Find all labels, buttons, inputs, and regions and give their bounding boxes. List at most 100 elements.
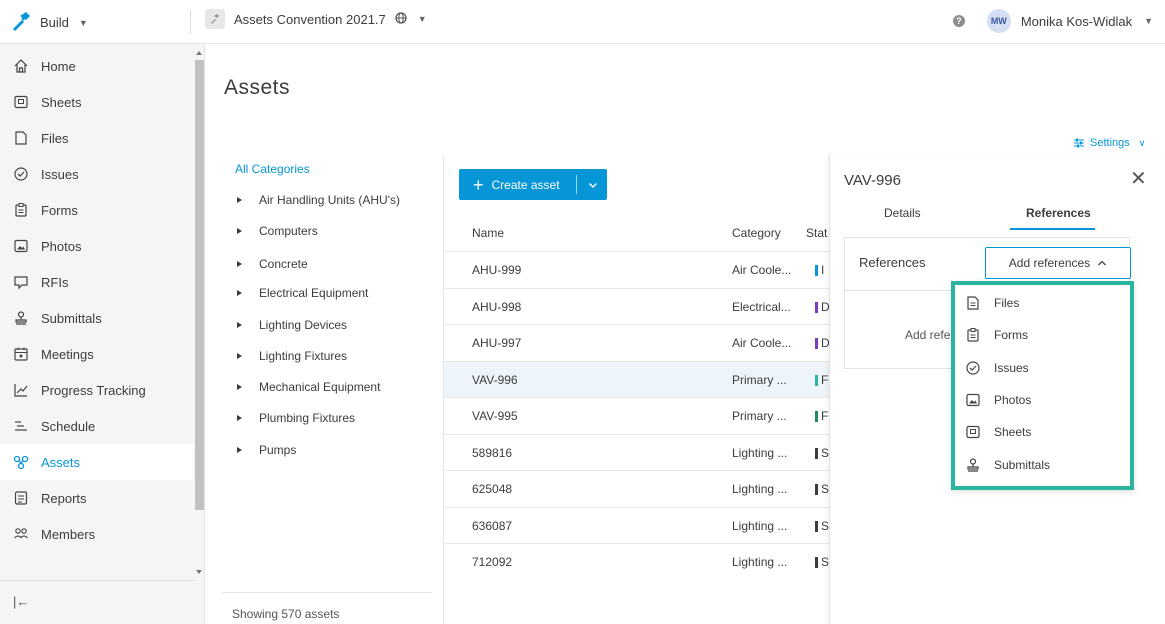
issues-icon (966, 361, 980, 375)
issues-icon (14, 167, 28, 181)
expand-icon[interactable] (237, 384, 242, 390)
expand-icon[interactable] (237, 322, 242, 328)
submittals-icon (15, 311, 27, 325)
expand-icon[interactable] (237, 290, 242, 296)
column-header-category[interactable]: Category (732, 215, 781, 251)
rfis-icon (14, 276, 28, 290)
expand-icon[interactable] (237, 197, 242, 203)
sidebar-item-forms[interactable]: Forms (0, 192, 194, 228)
settings-sliders-icon (1074, 138, 1084, 148)
category-item[interactable]: Electrical Equipment (237, 286, 368, 300)
table-row[interactable]: AHU-997 Air Coole... D (444, 324, 830, 360)
category-item[interactable]: Air Handling Units (AHU's) (237, 193, 400, 207)
category-item[interactable]: Plumbing Fixtures (237, 411, 355, 425)
sidebar-item-members[interactable]: Members (0, 516, 194, 552)
table-row[interactable]: 589816 Lighting ... S (444, 433, 829, 470)
table-row[interactable]: 636087 Lighting ... S (444, 506, 830, 543)
cell-status: S (821, 555, 830, 569)
tab-references[interactable]: References (1026, 206, 1091, 220)
table-row[interactable]: VAV-995 Primary ... F (444, 397, 829, 433)
product-switcher[interactable]: Build ▼ (10, 10, 88, 35)
all-categories-link[interactable]: All Categories (235, 162, 310, 176)
table-row[interactable]: VAV-996 Primary ... F (444, 360, 829, 397)
sidebar-item-schedule[interactable]: Schedule (0, 408, 194, 444)
user-name[interactable]: Monika Kos-Widlak (1021, 14, 1132, 29)
menu-item-files[interactable]: Files (965, 291, 1019, 315)
table-row[interactable]: 625048 Lighting ... S (444, 470, 829, 506)
table-row[interactable]: AHU-999 Air Coole... I (444, 251, 829, 287)
category-item[interactable]: Computers (237, 224, 318, 238)
cell-status: S (821, 518, 830, 533)
settings-button[interactable]: Settings ∨ (1073, 137, 1145, 149)
sheets-icon (966, 425, 980, 439)
sidebar-item-photos[interactable]: Photos (0, 228, 194, 264)
sidebar-item-sheets[interactable]: Sheets (0, 84, 194, 120)
cell-status: I (821, 263, 825, 277)
category-item[interactable]: Lighting Fixtures (237, 349, 347, 363)
meetings-icon (14, 347, 28, 361)
cell-category: Lighting ... (732, 555, 788, 569)
chevron-down-icon: ∨ (1138, 137, 1146, 148)
chevron-down-icon[interactable] (588, 179, 598, 193)
menu-item-forms[interactable]: Forms (965, 323, 1028, 347)
collapse-icon[interactable]: |← (13, 594, 29, 609)
scroll-down-icon[interactable] (196, 570, 202, 574)
sidebar-item-label: Schedule (41, 418, 96, 434)
project-switcher[interactable]: Assets Convention 2021.7 ▼ (205, 9, 427, 29)
cell-category: Lighting ... (732, 445, 788, 460)
menu-item-label: Forms (994, 328, 1028, 342)
divider (0, 580, 194, 581)
sidebar-item-meetings[interactable]: Meetings (0, 336, 194, 372)
scroll-up-icon[interactable] (196, 51, 202, 55)
sidebar-item-files[interactable]: Files (0, 120, 194, 156)
expand-icon[interactable] (237, 228, 242, 234)
expand-icon[interactable] (237, 447, 242, 453)
sidebar-item-home[interactable]: Home (0, 48, 194, 84)
help-icon[interactable]: ? (952, 15, 965, 27)
references-heading: References (859, 255, 926, 270)
sidebar-item-label: Meetings (41, 346, 94, 362)
sidebar-item-rfis[interactable]: RFIs (0, 264, 194, 300)
sidebar-item-assets[interactable]: Assets (0, 444, 194, 480)
sidebar-item-submittals[interactable]: Submittals (0, 300, 194, 336)
category-item[interactable]: Mechanical Equipment (237, 380, 380, 394)
category-tree: All Categories Air Handling Units (AHU's… (222, 155, 444, 624)
category-item[interactable]: Pumps (237, 443, 296, 457)
create-asset-button[interactable]: + Create asset (459, 169, 607, 200)
expand-icon[interactable] (237, 415, 242, 421)
status-color-bar (815, 520, 818, 532)
sidebar-item-progress-tracking[interactable]: Progress Tracking (0, 372, 194, 408)
top-bar: Build ▼ Assets Convention 2021.7 ▼ ? MW … (0, 0, 1165, 44)
sidebar-item-issues[interactable]: Issues (0, 156, 194, 192)
sidebar-scrollbar[interactable] (194, 48, 204, 578)
expand-icon[interactable] (237, 261, 242, 267)
scroll-thumb[interactable] (195, 60, 204, 510)
category-label: Computers (259, 224, 318, 238)
menu-item-issues[interactable]: Issues (965, 356, 1029, 380)
sidebar-item-label: Photos (41, 238, 82, 254)
avatar[interactable]: MW (986, 9, 1011, 33)
sidebar-item-label: Files (41, 130, 69, 146)
close-icon[interactable]: ✕ (1130, 169, 1147, 189)
sidebar-item-reports[interactable]: Reports (0, 480, 194, 516)
tab-details[interactable]: Details (884, 206, 921, 220)
category-item[interactable]: Lighting Devices (237, 318, 347, 332)
add-references-button[interactable]: Add references (985, 247, 1131, 279)
menu-item-submittals[interactable]: Submittals (965, 453, 1050, 477)
column-header-name[interactable]: Name (472, 215, 504, 251)
chevron-down-icon[interactable]: ▼ (1144, 16, 1153, 26)
column-header-status[interactable]: Stat (806, 215, 827, 251)
table-row[interactable]: 712092 Lighting ... S (444, 543, 829, 579)
menu-item-sheets[interactable]: Sheets (965, 420, 1031, 444)
category-item[interactable]: Concrete (237, 257, 308, 271)
expand-icon[interactable] (237, 353, 242, 359)
cell-name: AHU-998 (472, 299, 522, 314)
files-icon (15, 131, 27, 145)
menu-item-photos[interactable]: Photos (965, 388, 1031, 412)
category-label: Electrical Equipment (259, 286, 369, 300)
cell-name: AHU-999 (472, 263, 522, 277)
references-empty-text: Add refe (905, 328, 951, 342)
category-label: Concrete (259, 257, 308, 271)
table-row[interactable]: AHU-998 Electrical... D (444, 287, 830, 324)
members-icon (14, 528, 28, 539)
